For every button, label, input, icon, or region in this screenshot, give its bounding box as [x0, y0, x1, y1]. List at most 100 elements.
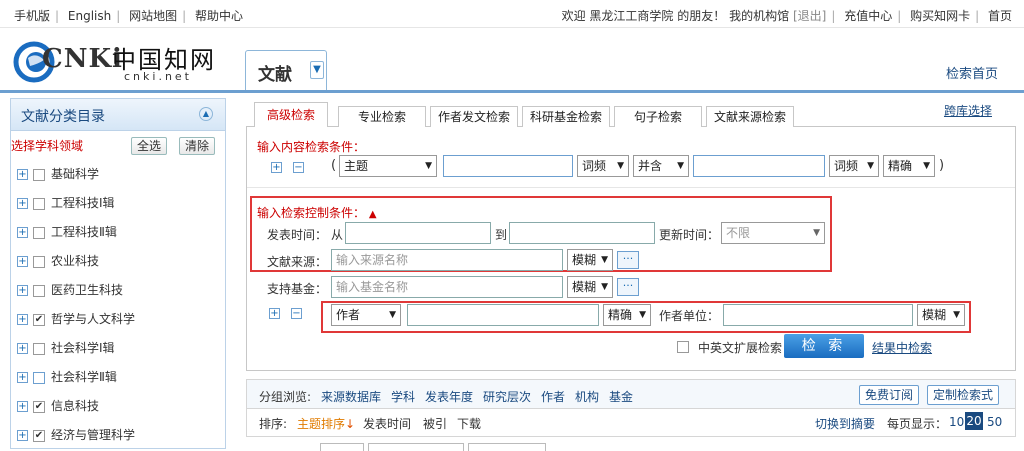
cross-db-link[interactable]: 跨库选择 — [944, 102, 992, 119]
author-input[interactable] — [407, 304, 599, 326]
group-author[interactable]: 作者 — [541, 388, 565, 405]
keyword-input-2[interactable] — [693, 155, 825, 177]
sort-pubtime[interactable]: 发表时间 — [363, 415, 411, 432]
checkbox[interactable] — [33, 197, 45, 210]
sidebar-item[interactable]: + ✔ 信息科技 — [17, 397, 99, 417]
update-time-select[interactable]: 不限 ▼ — [721, 222, 825, 244]
freq-select-2[interactable]: 词频 ▼ — [829, 155, 879, 177]
expand-icon[interactable]: + — [17, 314, 28, 325]
tab-author[interactable]: 作者发文检索 — [430, 106, 518, 128]
sort-cited[interactable]: 被引 — [423, 415, 447, 432]
expand-icon[interactable]: + — [17, 227, 28, 238]
group-source-db[interactable]: 来源数据库 — [321, 388, 381, 405]
sidebar-item[interactable]: + 工程科技Ⅱ辑 — [17, 223, 117, 243]
checkbox-checked[interactable]: ✔ — [33, 400, 45, 413]
group-fund[interactable]: 基金 — [609, 388, 633, 405]
group-year[interactable]: 发表年度 — [425, 388, 473, 405]
toolbar-button[interactable] — [320, 443, 364, 451]
recharge-link[interactable]: 充值中心 — [844, 9, 892, 23]
author-org-fuzzy-select[interactable]: 模糊 ▼ — [917, 304, 965, 326]
expand-icon[interactable]: + — [17, 430, 28, 441]
switch-abstract-link[interactable]: 切换到摘要 — [815, 415, 875, 432]
sort-topic[interactable]: 主题排序↓ — [297, 415, 355, 432]
add-row-icon[interactable]: + — [271, 162, 282, 173]
fund-fuzzy-select[interactable]: 模糊 ▼ — [567, 276, 613, 298]
sidebar-item[interactable]: + 基础科学 — [17, 165, 99, 185]
page-size-20[interactable]: 20 — [965, 412, 983, 430]
sitemap-link[interactable]: 网站地图 — [129, 9, 177, 23]
help-link[interactable]: 帮助中心 — [195, 9, 243, 23]
date-from-input[interactable] — [345, 222, 491, 244]
search-home-link[interactable]: 检索首页 — [946, 63, 998, 82]
tab-fund[interactable]: 科研基金检索 — [522, 106, 610, 128]
keyword-input-1[interactable] — [443, 155, 573, 177]
sidebar-item[interactable]: + 农业科技 — [17, 252, 99, 272]
tab-source[interactable]: 文献来源检索 — [706, 106, 794, 128]
tab-sentence[interactable]: 句子检索 — [614, 106, 702, 128]
expand-icon[interactable]: + — [17, 169, 28, 180]
expand-icon[interactable]: + — [17, 285, 28, 296]
sidebar-item[interactable]: + 医药卫生科技 — [17, 281, 123, 301]
checkbox-checked[interactable]: ✔ — [33, 429, 45, 442]
tab-advanced[interactable]: 高级检索 — [254, 102, 328, 128]
bilingual-checkbox[interactable] — [677, 341, 689, 353]
checkbox[interactable] — [33, 168, 45, 181]
caret-up-icon[interactable]: ▲ — [369, 209, 377, 220]
date-to-input[interactable] — [509, 222, 655, 244]
add-row-icon[interactable]: + — [269, 308, 280, 319]
checkbox[interactable] — [33, 371, 45, 384]
expand-icon[interactable]: + — [17, 256, 28, 267]
free-subscribe-button[interactable]: 免费订阅 — [859, 385, 919, 405]
checkbox[interactable] — [33, 255, 45, 268]
checkbox[interactable] — [33, 226, 45, 239]
sidebar-item[interactable]: + ✔ 哲学与人文科学 — [17, 310, 135, 330]
freq-select-1[interactable]: 词频 ▼ — [577, 155, 629, 177]
chevron-down-icon[interactable]: ▼ — [310, 61, 324, 79]
buy-card-link[interactable]: 购买知网卡 — [910, 9, 970, 23]
source-more-button[interactable]: ··· — [617, 251, 639, 269]
group-subject[interactable]: 学科 — [391, 388, 415, 405]
expand-icon[interactable]: + — [17, 401, 28, 412]
op-select[interactable]: 并含 ▼ — [633, 155, 689, 177]
sidebar-item[interactable]: + 社会科学Ⅰ辑 — [17, 339, 115, 359]
fund-more-button[interactable]: ··· — [617, 278, 639, 296]
author-match-select[interactable]: 精确 ▼ — [603, 304, 651, 326]
remove-row-icon[interactable]: − — [293, 162, 304, 173]
page-size-50[interactable]: 50 — [987, 415, 1002, 429]
remove-row-icon[interactable]: − — [291, 308, 302, 319]
sort-download[interactable]: 下载 — [457, 415, 481, 432]
sidebar-item[interactable]: + ✔ 经济与管理科学 — [17, 426, 135, 446]
fund-input[interactable]: 输入基金名称 — [331, 276, 563, 298]
english-link[interactable]: English — [68, 9, 111, 23]
source-input[interactable]: 输入来源名称 — [331, 249, 563, 271]
toolbar-button[interactable] — [468, 443, 546, 451]
checkbox[interactable] — [33, 284, 45, 297]
home-link[interactable]: 首页 — [988, 9, 1012, 23]
group-level[interactable]: 研究层次 — [483, 388, 531, 405]
checkbox-checked[interactable]: ✔ — [33, 313, 45, 326]
toolbar-button[interactable] — [368, 443, 464, 451]
match-select[interactable]: 精确 ▼ — [883, 155, 935, 177]
cnki-logo[interactable]: CNKi 中国知网 cnki.net — [12, 38, 222, 90]
checkbox[interactable] — [33, 342, 45, 355]
source-fuzzy-select[interactable]: 模糊 ▼ — [567, 249, 613, 271]
sidebar-item[interactable]: + 工程科技Ⅰ辑 — [17, 194, 115, 214]
tab-professional[interactable]: 专业检索 — [338, 106, 426, 128]
doc-type-select[interactable]: 文献 ▼ — [245, 50, 327, 90]
search-button[interactable]: 检 索 — [784, 334, 864, 358]
expand-icon[interactable]: + — [17, 372, 28, 383]
expand-icon[interactable]: + — [17, 198, 28, 209]
custom-query-button[interactable]: 定制检索式 — [927, 385, 999, 405]
group-org[interactable]: 机构 — [575, 388, 599, 405]
select-all-button[interactable]: 全选 — [131, 137, 167, 155]
field-select[interactable]: 主题 ▼ — [339, 155, 437, 177]
logout-link[interactable]: [退出] — [793, 9, 826, 23]
collapse-icon[interactable]: ▲ — [199, 107, 213, 121]
clear-button[interactable]: 清除 — [179, 137, 215, 155]
sidebar-item[interactable]: + 社会科学Ⅱ辑 — [17, 368, 117, 388]
author-org-input[interactable] — [723, 304, 913, 326]
expand-icon[interactable]: + — [17, 343, 28, 354]
page-size-10[interactable]: 10 — [949, 415, 964, 429]
my-org-link[interactable]: 我的机构馆 — [729, 9, 789, 23]
author-field-select[interactable]: 作者 ▼ — [331, 304, 401, 326]
